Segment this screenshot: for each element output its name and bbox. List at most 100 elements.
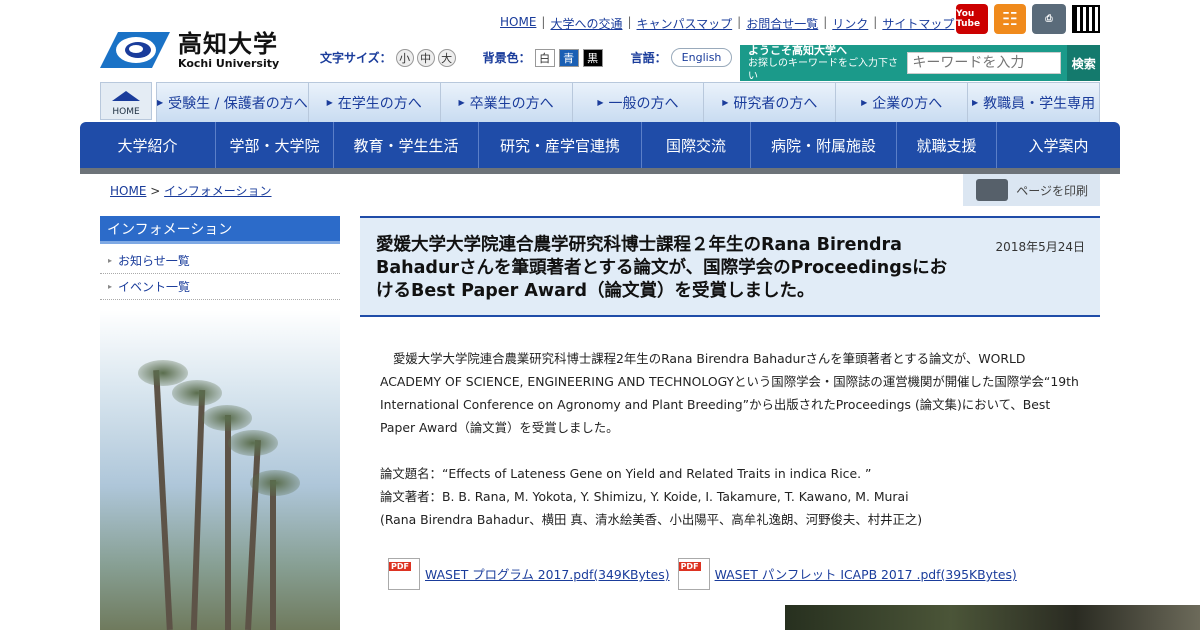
- graduation-cap-icon: [112, 91, 140, 101]
- nav-about[interactable]: 大学紹介: [80, 122, 216, 168]
- triangle-right-icon: ▶: [597, 98, 604, 107]
- logo-en: Kochi University: [178, 56, 280, 70]
- tab-public[interactable]: ▶ 一般の方へ: [573, 83, 705, 122]
- sidebar-palm-trees-photo: [100, 310, 340, 630]
- bg-color-label: 背景色：: [482, 51, 531, 65]
- triangle-right-icon: ▶: [972, 98, 979, 107]
- bg-white-button[interactable]: 白: [534, 48, 555, 67]
- triangle-right-icon: ▶: [157, 98, 164, 107]
- pdf-links: PDF WASET プログラム 2017.pdf(349KBytes) PDF …: [388, 558, 1025, 590]
- nav-career[interactable]: 就職支援: [897, 122, 997, 168]
- sidebar-item-label: お知らせ一覧: [118, 254, 190, 268]
- bullet-icon: ▸: [108, 256, 113, 265]
- printer-icon: [976, 179, 1009, 201]
- bg-blue-button[interactable]: 青: [558, 48, 579, 67]
- triangle-right-icon: ▶: [861, 98, 868, 107]
- nav-research[interactable]: 研究・産学官連携: [479, 122, 642, 168]
- tab-label: 一般の方へ: [608, 95, 679, 112]
- nav-education[interactable]: 教育・学生生活: [334, 122, 479, 168]
- tab-students[interactable]: ▶ 在学生の方へ: [309, 83, 441, 122]
- home-button[interactable]: HOME: [100, 82, 152, 120]
- font-size-large[interactable]: 大: [437, 48, 456, 67]
- tab-companies[interactable]: ▶ 企業の方へ: [836, 83, 969, 122]
- util-link-access[interactable]: 大学への交通: [550, 15, 622, 32]
- search-welcome: ようこそ高知大学へ お探しのキーワードをご入力下さい: [748, 44, 901, 83]
- breadcrumb: HOME > インフォメーション: [110, 182, 272, 199]
- print-page-button[interactable]: ページを印刷: [963, 174, 1100, 206]
- bullet-icon: ▸: [108, 282, 113, 291]
- util-link-campus-map[interactable]: キャンパスマップ: [637, 15, 733, 32]
- pdf-badge: PDF: [678, 562, 701, 571]
- display-controls: 文字サイズ： 小 中 大 背景色： 白 青 黒 言語： English: [320, 48, 733, 67]
- article-title: 愛媛大学大学院連合農学研究科博士課程２年生のRana Birendra Baha…: [376, 235, 948, 301]
- university-logo[interactable]: 高知大学 Kochi University: [100, 30, 279, 70]
- tab-staff[interactable]: ▶ 教職員・学生専用: [968, 83, 1099, 122]
- logo-jp: 高知大学: [178, 29, 278, 58]
- sidebar-heading: インフォメーション: [100, 216, 340, 244]
- bg-black-button[interactable]: 黒: [582, 48, 603, 67]
- pdf-link-pamphlet-text[interactable]: WASET パンフレット ICAPB 2017 .pdf(395KBytes): [715, 565, 1017, 583]
- pdf-badge: PDF: [389, 562, 411, 571]
- triangle-right-icon: ▶: [326, 98, 333, 107]
- sidebar-list: ▸ お知らせ一覧 ▸ イベント一覧: [100, 248, 340, 300]
- audience-tabs: ▶ 受験生 / 保護者の方へ ▶ 在学生の方へ ▶ 卒業生の方へ ▶ 一般の方へ ▶ 研究…: [156, 82, 1100, 122]
- util-link-sitemap[interactable]: サイトマップ: [882, 15, 954, 32]
- pdf-link-program[interactable]: PDF WASET プログラム 2017.pdf(349KBytes): [388, 558, 670, 590]
- font-size-label: 文字サイズ：: [320, 51, 392, 65]
- qr-code-icon[interactable]: [1072, 5, 1100, 33]
- nav-faculties[interactable]: 学部・大学院: [216, 122, 334, 168]
- top-icons: You Tube ☷ ⎙: [956, 4, 1100, 34]
- tab-label: 卒業生の方へ: [469, 95, 554, 112]
- article-header: 愛媛大学大学院連合農学研究科博士課程２年生のRana Birendra Baha…: [360, 216, 1100, 317]
- rss-icon[interactable]: ☷: [994, 4, 1026, 34]
- sidebar-item-events[interactable]: ▸ イベント一覧: [100, 274, 340, 300]
- search-button[interactable]: 検索: [1067, 45, 1100, 81]
- font-size-medium[interactable]: 中: [416, 48, 435, 67]
- nav-international[interactable]: 国際交流: [642, 122, 751, 168]
- search-input[interactable]: [907, 52, 1062, 74]
- pdf-link-program-text[interactable]: WASET プログラム 2017.pdf(349KBytes): [425, 565, 670, 583]
- article-photo: [785, 605, 1200, 630]
- english-button[interactable]: English: [670, 48, 733, 67]
- pdf-icon: PDF: [388, 558, 420, 590]
- tab-label: 研究者の方へ: [733, 95, 818, 112]
- print-icon[interactable]: ⎙: [1032, 4, 1066, 34]
- triangle-right-icon: ▶: [458, 98, 465, 107]
- breadcrumb-separator: >: [150, 184, 161, 198]
- sidebar-item-news[interactable]: ▸ お知らせ一覧: [100, 248, 340, 274]
- util-link-links[interactable]: リンク: [832, 15, 868, 32]
- tab-label: 在学生の方へ: [337, 95, 422, 112]
- paper-authors-jp: (Rana Birendra Bahadur、横田 真、清水絵美香、小出陽平、高…: [380, 512, 923, 527]
- breadcrumb-home[interactable]: HOME: [110, 184, 146, 198]
- tab-alumni[interactable]: ▶ 卒業生の方へ: [441, 83, 573, 122]
- article-date: 2018年5月24日: [995, 240, 1085, 254]
- tab-label: 受験生 / 保護者の方へ: [168, 95, 308, 112]
- article-body: 愛媛大学大学院連合農業研究科博士課程2年生のRana Birendra Baha…: [380, 347, 1080, 531]
- search-welcome-sub: お探しのキーワードをご入力下さい: [748, 57, 898, 82]
- paper-title: 論文題名：“Effects of Lateness Gene on Yield …: [380, 466, 872, 481]
- print-page-label: ページを印刷: [1016, 183, 1088, 198]
- search-welcome-title: ようこそ高知大学へ: [748, 43, 847, 57]
- main-nav: 大学紹介 学部・大学院 教育・学生生活 研究・産学官連携 国際交流 病院・附属施…: [80, 122, 1120, 168]
- util-link-contact[interactable]: お問合せ一覧: [746, 15, 818, 32]
- article-paragraph: 愛媛大学大学院連合農業研究科博士課程2年生のRana Birendra Baha…: [380, 351, 1079, 435]
- tab-prospective[interactable]: ▶ 受験生 / 保護者の方へ: [157, 83, 309, 122]
- search-box: ようこそ高知大学へ お探しのキーワードをご入力下さい 検索: [740, 44, 1100, 83]
- utility-links: HOME | 大学への交通 | キャンパスマップ | お問合せ一覧 | リンク | サイト…: [500, 15, 955, 32]
- nav-hospital[interactable]: 病院・附属施設: [751, 122, 897, 168]
- paper-authors: 論文著者：B. B. Rana, M. Yokota, Y. Shimizu, …: [380, 489, 909, 504]
- home-button-label: HOME: [112, 107, 140, 117]
- font-size-small[interactable]: 小: [395, 48, 414, 67]
- pdf-link-pamphlet[interactable]: PDF WASET パンフレット ICAPB 2017 .pdf(395KByt…: [677, 558, 1017, 590]
- nav-admission[interactable]: 入学案内: [997, 122, 1120, 168]
- tab-label: 企業の方へ: [872, 95, 943, 112]
- breadcrumb-current[interactable]: インフォメーション: [164, 184, 271, 198]
- logo-mark-icon: [100, 30, 170, 70]
- tab-label: 教職員・学生専用: [983, 95, 1096, 112]
- sidebar-item-label: イベント一覧: [118, 280, 191, 294]
- youtube-icon[interactable]: You Tube: [956, 4, 988, 34]
- util-link-home[interactable]: HOME: [500, 15, 536, 32]
- page: 高知大学 Kochi University HOME | 大学への交通 | キャンパ…: [0, 0, 1200, 630]
- tab-researchers[interactable]: ▶ 研究者の方へ: [704, 83, 837, 122]
- language-label: 言語：: [630, 51, 667, 65]
